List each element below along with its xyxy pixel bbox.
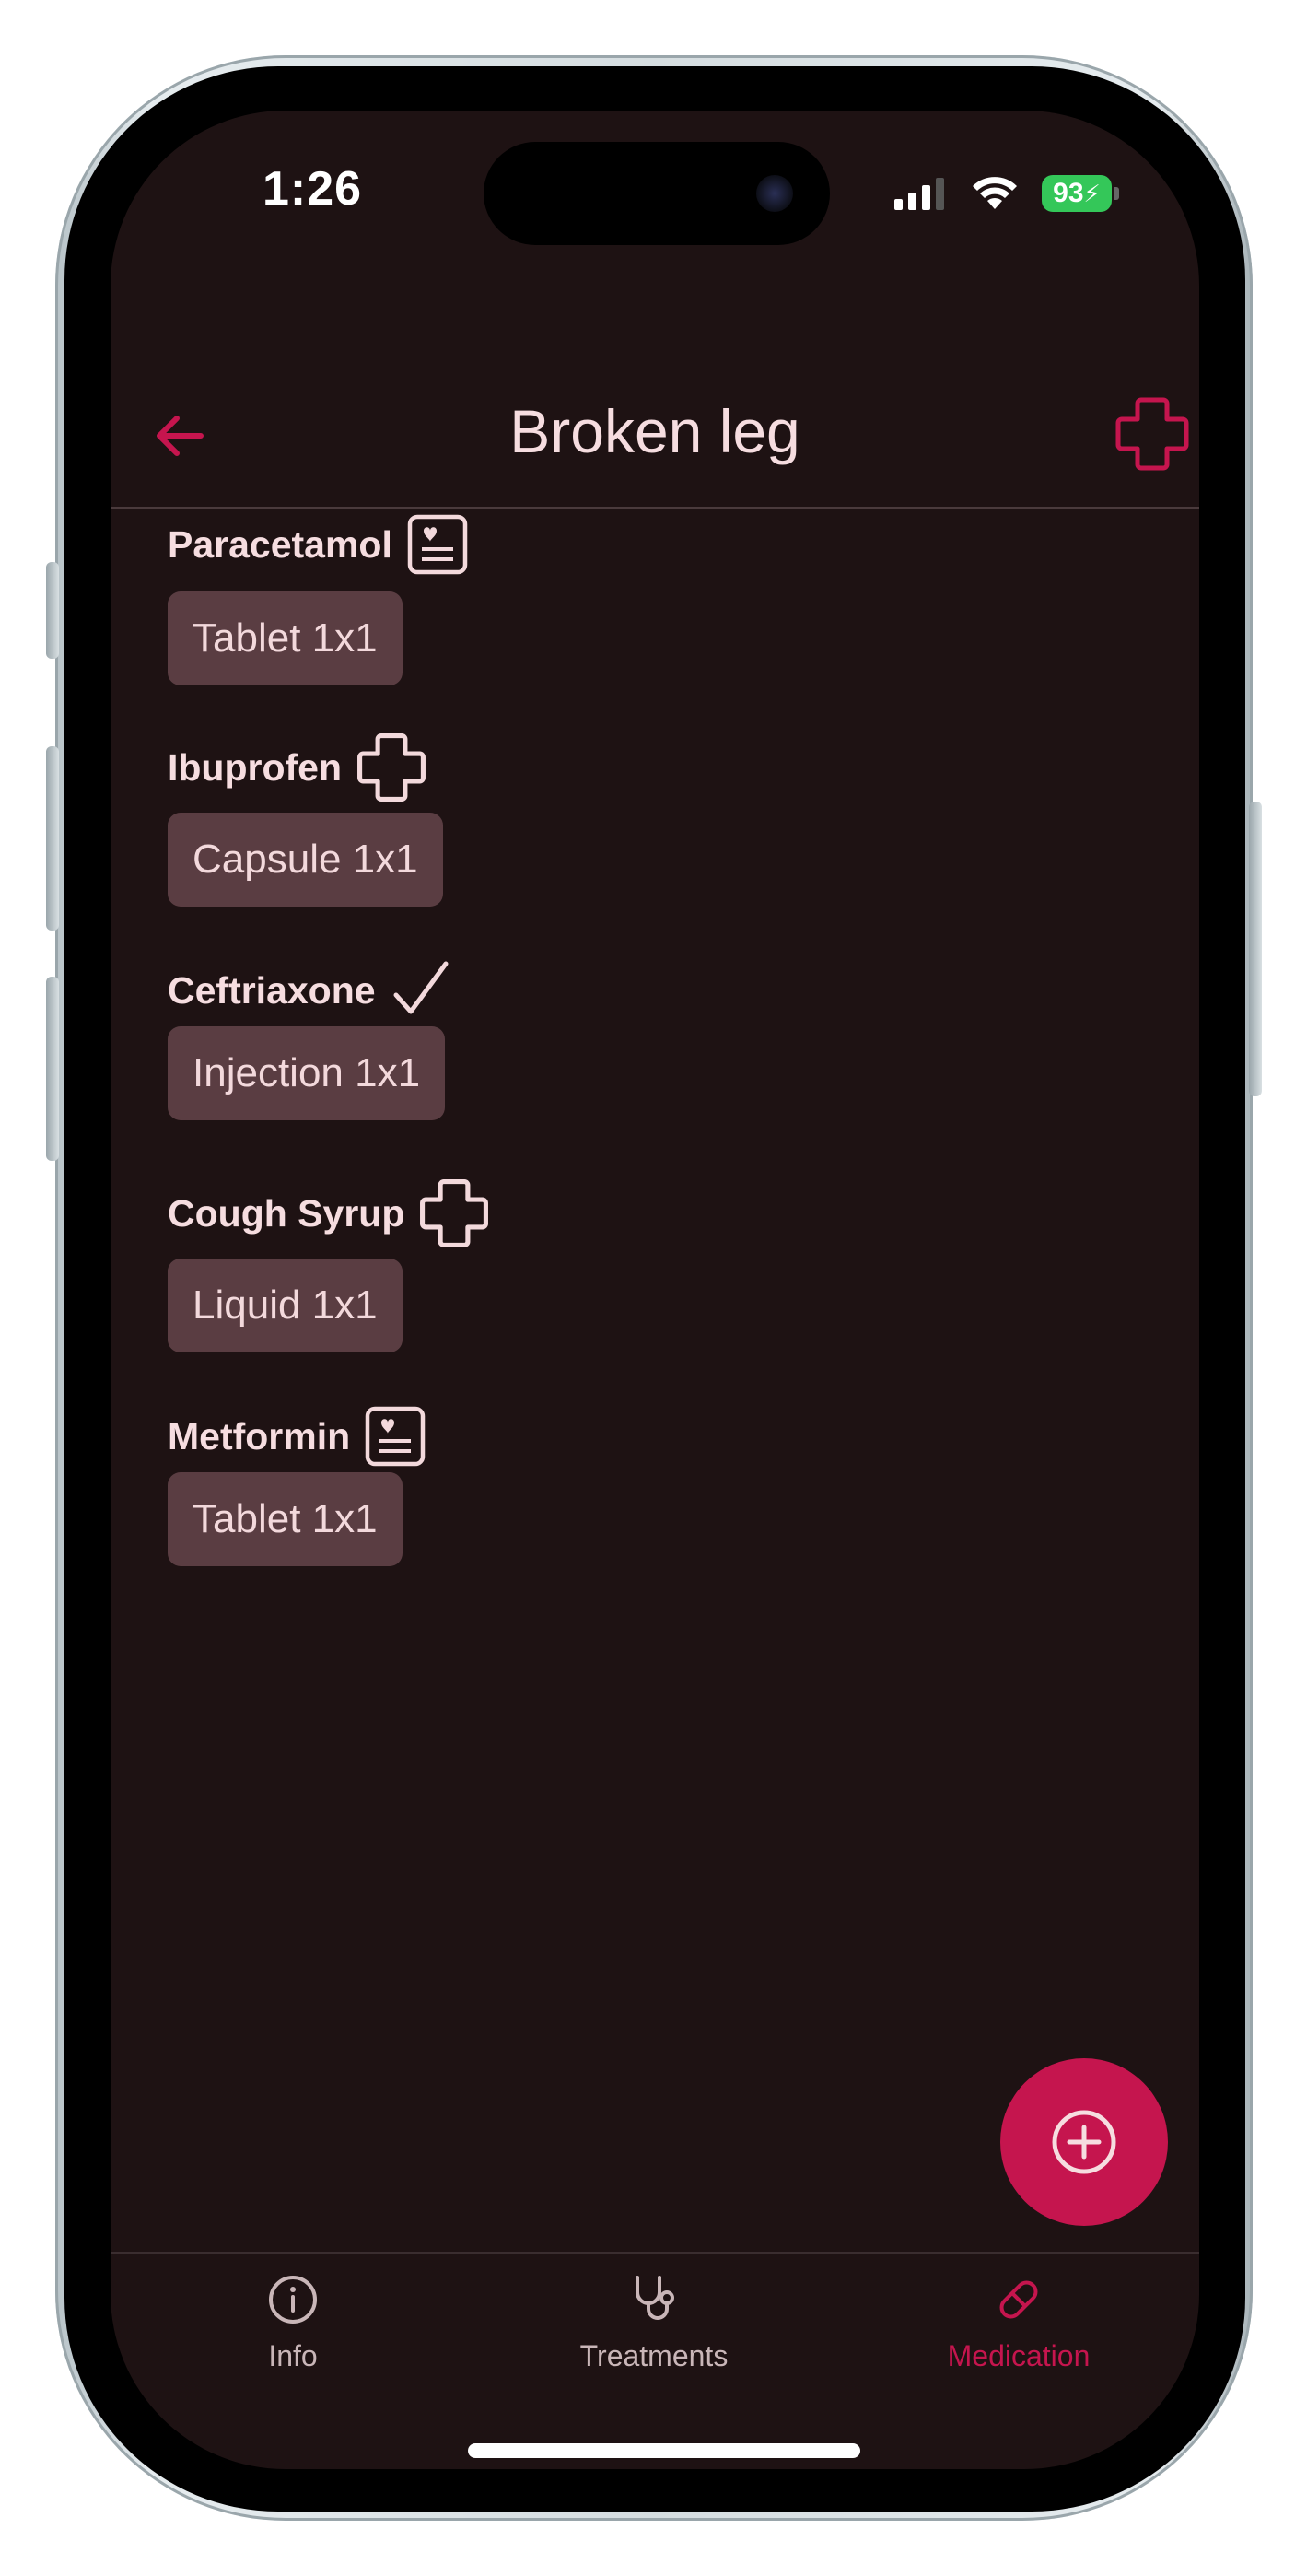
nav-label: Treatments — [579, 2339, 729, 2372]
volume-up-button — [46, 746, 59, 931]
medical-record-icon — [407, 514, 468, 575]
nav-item-treatments[interactable]: Treatments — [516, 2272, 792, 2373]
dose-chip[interactable]: Capsule 1x1 — [168, 813, 443, 907]
add-plus-icon[interactable] — [1113, 394, 1192, 474]
status-icons: 93 ⚡ — [893, 175, 1119, 212]
dose-chip[interactable]: Tablet 1x1 — [168, 1472, 403, 1566]
plus-cross-icon — [420, 1179, 489, 1247]
bottom-navigation: Info Treatments Medication — [111, 2252, 1199, 2469]
plus-cross-icon — [357, 733, 426, 802]
volume-down-button — [46, 977, 59, 1161]
medication-header: Paracetamol — [168, 509, 1144, 580]
plus-circle-icon — [1052, 2110, 1116, 2174]
medication-header: Ceftriaxone — [168, 954, 1144, 1026]
add-medication-button[interactable] — [1000, 2058, 1168, 2226]
checkmark-icon — [393, 961, 449, 1014]
list-item[interactable]: Metformin Tablet 1x1 — [168, 1400, 1144, 1623]
nav-item-info[interactable]: Info — [155, 2272, 431, 2373]
status-time: 1:26 — [263, 162, 363, 216]
medical-record-icon — [365, 1406, 426, 1467]
dose-chip[interactable]: Injection 1x1 — [168, 1026, 446, 1120]
app-bar: Broken leg — [111, 359, 1199, 509]
nav-label: Medication — [947, 2339, 1091, 2372]
medication-name: Metformin — [168, 1414, 351, 1458]
dose-chip[interactable]: Liquid 1x1 — [168, 1259, 403, 1352]
medication-name: Ceftriaxone — [168, 968, 376, 1012]
pill-icon — [999, 2280, 1038, 2319]
battery-icon: 93 ⚡ — [1042, 175, 1119, 212]
page-title: Broken leg — [509, 397, 800, 465]
wifi-icon — [973, 177, 1017, 209]
status-bar: 1:26 93 ⚡ — [111, 111, 1199, 276]
stethoscope-icon — [636, 2276, 674, 2320]
medication-name: Paracetamol — [168, 522, 392, 566]
medication-header: Metformin — [168, 1400, 1144, 1472]
action-button — [46, 562, 59, 659]
home-indicator[interactable] — [468, 2443, 860, 2458]
dynamic-island — [484, 142, 830, 245]
list-item[interactable]: Ibuprofen Capsule 1x1 — [168, 732, 1144, 954]
app-screen: 1:26 93 ⚡ Broken leg Paracetamol Tablet … — [111, 111, 1199, 2469]
cellular-signal-icon — [894, 178, 944, 210]
camera-icon — [756, 175, 793, 212]
medication-header: Ibuprofen — [168, 732, 1144, 803]
medication-name: Cough Syrup — [168, 1191, 405, 1235]
list-item[interactable]: Ceftriaxone Injection 1x1 — [168, 954, 1144, 1177]
nav-item-medication[interactable]: Medication — [881, 2272, 1157, 2373]
info-icon — [269, 2276, 317, 2324]
list-item[interactable]: Cough Syrup Liquid 1x1 — [168, 1177, 1144, 1400]
nav-label: Info — [268, 2339, 318, 2372]
medication-header: Cough Syrup — [168, 1177, 1144, 1249]
dose-chip[interactable]: Tablet 1x1 — [168, 591, 403, 685]
medication-list: Paracetamol Tablet 1x1 Ibuprofen Capsule… — [168, 509, 1144, 1623]
battery-level: 93 — [1053, 178, 1084, 208]
medication-name: Ibuprofen — [168, 745, 343, 789]
list-item[interactable]: Paracetamol Tablet 1x1 — [168, 509, 1144, 732]
power-button — [1249, 802, 1262, 1096]
